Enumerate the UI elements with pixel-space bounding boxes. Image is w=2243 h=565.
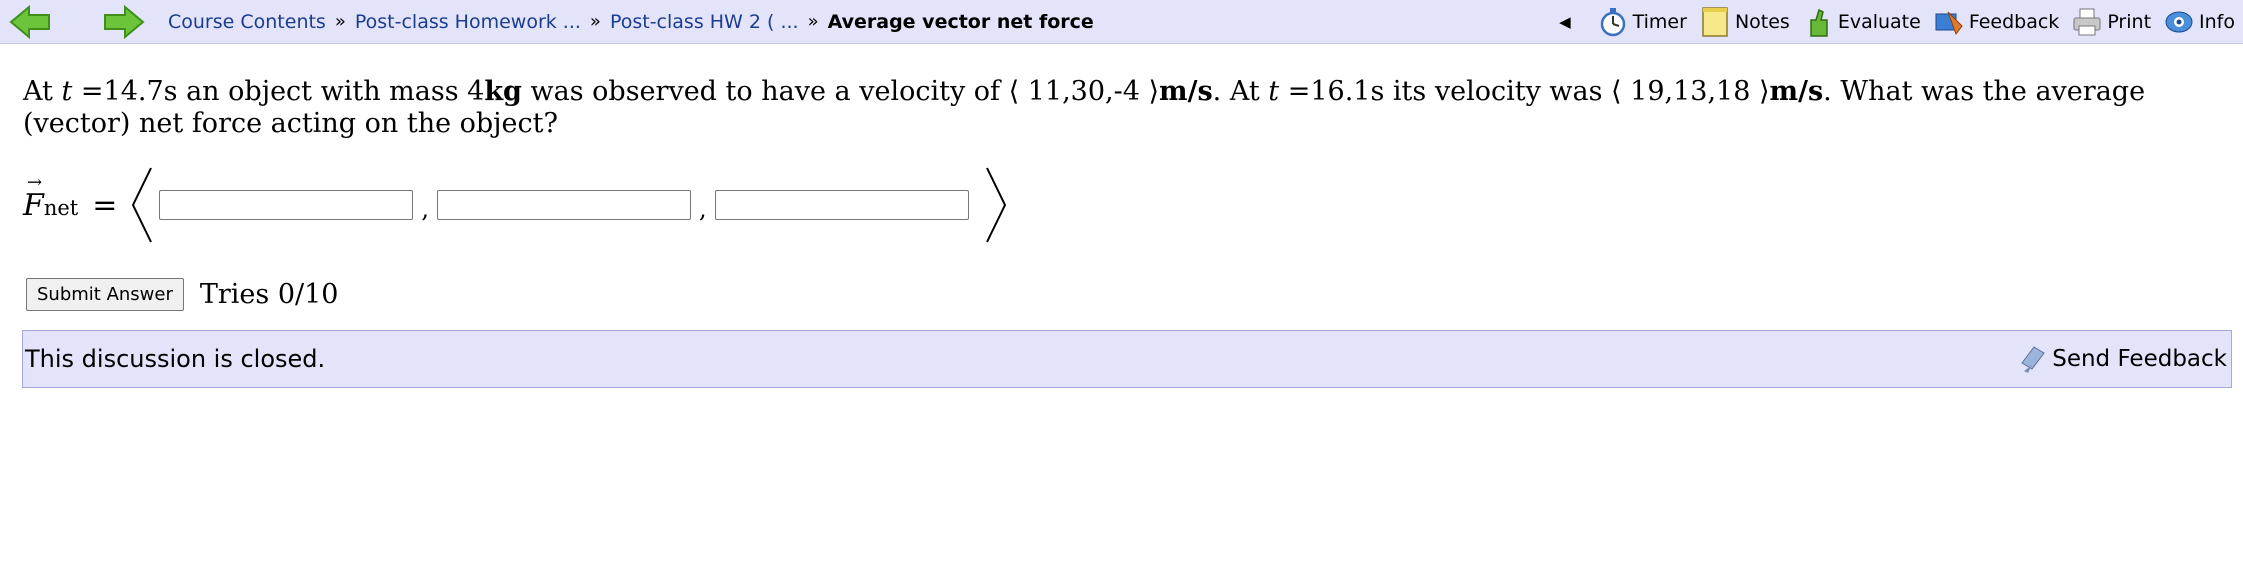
- info-icon: [2164, 5, 2194, 39]
- breadcrumb-separator: »: [589, 11, 601, 32]
- print-icon: [2072, 5, 2102, 39]
- toolbar: ◀ Timer Notes Evaluate Feedback Print In…: [1559, 5, 2235, 39]
- comma: ,: [421, 195, 430, 223]
- info-button[interactable]: Info: [2164, 5, 2235, 39]
- problem-text: . At: [1212, 76, 1269, 107]
- print-label: Print: [2107, 10, 2152, 33]
- top-navigation-bar: Course Contents » Post-class Homework ..…: [0, 0, 2243, 44]
- collapse-toolbar-icon[interactable]: ◀: [1559, 13, 1571, 31]
- breadcrumb-current-page: Average vector net force: [827, 10, 1094, 33]
- feedback-button[interactable]: Feedback: [1934, 5, 2059, 39]
- unit-kg: kg: [484, 76, 522, 107]
- tries-counter: Tries 0/10: [199, 279, 339, 310]
- breadcrumb-post-class-hw2[interactable]: Post-class HW 2 ( ...: [610, 11, 799, 33]
- evaluate-icon: [1803, 5, 1833, 39]
- right-angle-bracket-icon: [985, 167, 1006, 243]
- breadcrumb-separator: »: [334, 11, 346, 32]
- submit-answer-button[interactable]: Submit Answer: [26, 278, 184, 311]
- comma: ,: [699, 195, 707, 223]
- evaluate-button[interactable]: Evaluate: [1803, 5, 1921, 39]
- math-variable-t: t: [1268, 76, 1280, 107]
- problem-text: =14.7s an object with mass 4: [72, 76, 485, 107]
- notes-icon: [1700, 5, 1730, 39]
- f-net-symbol: Fnet: [23, 172, 79, 223]
- left-angle-bracket-icon: [132, 167, 153, 243]
- problem-text: =16.1s its velocity was ⟨ 19,13,18 ⟩: [1279, 76, 1770, 107]
- info-label: Info: [2199, 10, 2235, 33]
- discussion-bar: This discussion is closed. Send Feedback: [22, 330, 2232, 388]
- problem-text: was observed to have a velocity of ⟨ 11,…: [521, 76, 1160, 107]
- timer-button[interactable]: Timer: [1598, 5, 1687, 39]
- unit-m-per-s: m/s: [1159, 76, 1213, 107]
- problem-statement: At t =14.7s an object with mass 4kg was …: [23, 76, 2223, 140]
- notes-label: Notes: [1734, 10, 1790, 33]
- submit-row: Submit Answer Tries 0/10: [26, 278, 338, 311]
- discussion-closed-text: This discussion is closed.: [25, 345, 326, 373]
- breadcrumb: Course Contents » Post-class Homework ..…: [168, 11, 1094, 33]
- force-x-input[interactable]: [159, 190, 414, 220]
- timer-label: Timer: [1632, 10, 1687, 33]
- notes-button[interactable]: Notes: [1700, 5, 1790, 39]
- send-feedback-link[interactable]: Send Feedback: [2018, 343, 2227, 375]
- problem-text: At: [23, 76, 62, 107]
- evaluate-label: Evaluate: [1837, 10, 1921, 33]
- send-feedback-label: Send Feedback: [2052, 346, 2227, 372]
- unit-m-per-s: m/s: [1769, 76, 1824, 107]
- breadcrumb-course-contents[interactable]: Course Contents: [168, 11, 326, 33]
- equals-sign: =: [92, 187, 118, 223]
- forward-arrow-icon[interactable]: [98, 0, 150, 43]
- breadcrumb-post-class-homework[interactable]: Post-class Homework ...: [355, 11, 581, 33]
- print-button[interactable]: Print: [2072, 5, 2151, 39]
- feedback-icon: [1934, 5, 1964, 39]
- breadcrumb-separator: »: [807, 11, 819, 32]
- answer-row: Fnet = , ,: [23, 165, 1011, 245]
- feedback-label: Feedback: [1968, 10, 2060, 33]
- force-y-input[interactable]: [437, 190, 692, 220]
- send-feedback-icon: [2021, 346, 2045, 373]
- math-variable-t: t: [61, 76, 73, 107]
- force-z-input[interactable]: [714, 190, 969, 220]
- back-arrow-icon[interactable]: [4, 0, 56, 43]
- force-symbol: F: [23, 172, 44, 223]
- timer-icon: [1598, 5, 1628, 39]
- net-subscript: net: [43, 195, 79, 220]
